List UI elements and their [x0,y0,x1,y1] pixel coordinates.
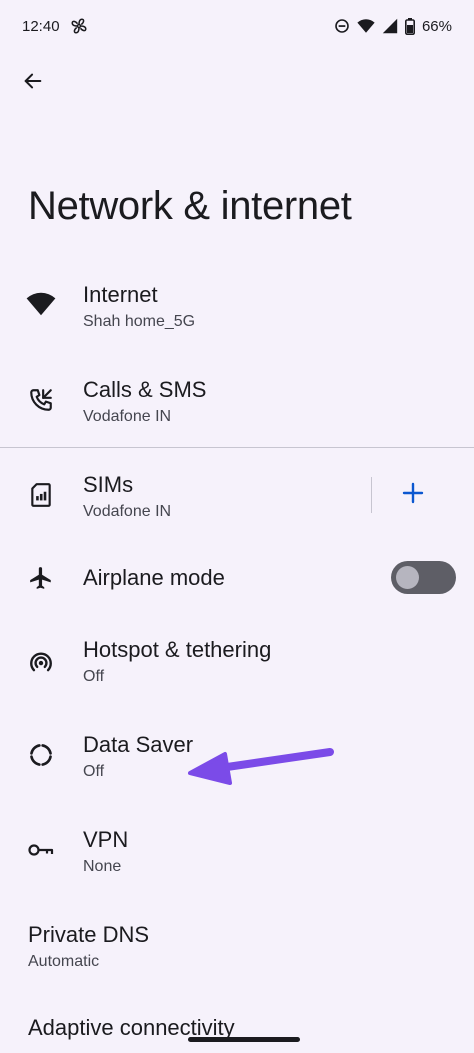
annotation-arrow [188,748,334,785]
settings-item-hotspot[interactable]: Hotspot & tethering Off [0,630,474,700]
item-title: Private DNS [28,922,150,947]
item-subtitle: Off [83,668,105,685]
item-subtitle: Vodafone IN [83,408,172,425]
wifi-icon [26,289,56,319]
item-subtitle: Vodafone IN [83,503,172,520]
item-title: Calls & SMS [83,377,207,402]
item-title: Airplane mode [83,565,225,590]
signal-icon [382,18,398,34]
fan-notification-icon [70,17,88,35]
airplane-icon [26,563,56,593]
page-title: Network & internet [28,184,352,228]
item-title: SIMs [83,472,134,497]
gesture-nav-handle[interactable] [188,1037,300,1042]
hotspot-icon [26,647,56,677]
status-bar: 12:40 66% [0,0,474,52]
item-subtitle: None [83,858,122,875]
item-title: VPN [83,827,129,852]
wifi-icon [357,18,375,34]
settings-item-calls-sms[interactable]: Calls & SMS Vodafone IN [0,370,474,440]
item-subtitle: Automatic [28,953,100,970]
arrow-back-icon [22,70,44,97]
item-title: Internet [83,282,158,307]
add-sim-button[interactable] [396,478,430,512]
battery-percent: 66% [421,17,452,35]
settings-item-internet[interactable]: Internet Shah home_5G [0,275,474,345]
sim-card-icon [26,480,56,510]
settings-item-vpn[interactable]: VPN None [0,820,474,890]
toggle-knob [396,566,419,589]
settings-item-private-dns[interactable]: Private DNS Automatic [0,915,474,985]
item-title: Data Saver [83,732,194,757]
battery-icon [404,17,415,35]
back-button[interactable] [16,66,50,100]
status-time: 12:40 [22,17,60,35]
data-saver-icon [26,740,56,770]
do-not-disturb-icon [334,18,350,34]
phone-forward-icon [26,385,56,415]
section-divider [0,447,474,448]
settings-item-adaptive-connectivity[interactable]: Adaptive connectivity [0,1010,474,1053]
item-title: Hotspot & tethering [83,637,272,662]
key-icon [26,835,56,865]
item-subtitle: Off [83,763,105,780]
item-subtitle: Shah home_5G [83,313,196,330]
airplane-mode-toggle[interactable] [391,561,456,594]
vertical-divider [371,477,372,513]
plus-icon [402,482,424,509]
